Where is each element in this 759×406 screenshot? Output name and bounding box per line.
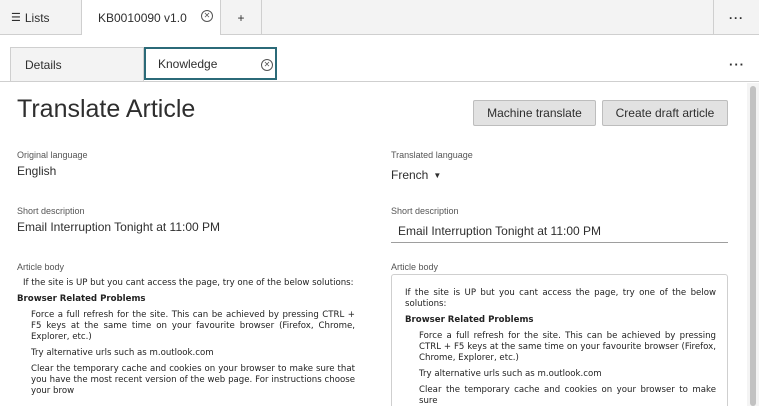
- scrollbar-thumb[interactable]: [750, 86, 756, 406]
- body-heading: Browser Related Problems: [405, 315, 534, 325]
- more-icon: ···: [729, 10, 744, 25]
- tab-knowledge-label: Knowledge: [158, 56, 218, 71]
- tab-lists-label: Lists: [24, 10, 50, 25]
- subtab-more-button[interactable]: ···: [722, 47, 752, 81]
- original-article-body-label: Article body: [17, 262, 65, 272]
- close-tab-icon[interactable]: ✕: [261, 59, 273, 71]
- tab-record[interactable]: KB0010090 v1.0 ✕: [82, 0, 221, 35]
- translated-language-label: Translated language: [391, 150, 473, 160]
- original-article-body: If the site is UP but you cant access th…: [17, 278, 355, 406]
- more-icon: ···: [729, 56, 745, 72]
- tab-record-label: KB0010090 v1.0: [98, 10, 187, 25]
- tab-knowledge[interactable]: Knowledge ✕: [144, 47, 277, 80]
- tab-details[interactable]: Details: [10, 47, 144, 81]
- tab-details-label: Details: [25, 57, 62, 72]
- close-tab-icon[interactable]: ✕: [201, 10, 213, 22]
- page-title: Translate Article: [17, 95, 196, 123]
- body-item: Force a full refresh for the site. This …: [419, 331, 716, 363]
- original-short-description-label: Short description: [17, 206, 85, 216]
- add-tab-button[interactable]: +: [221, 0, 262, 35]
- translated-short-description-label: Short description: [391, 206, 459, 216]
- vertical-scrollbar[interactable]: [747, 83, 759, 406]
- body-item: Try alternative urls such as m.outlook.c…: [31, 348, 214, 358]
- create-draft-article-button[interactable]: Create draft article: [602, 100, 728, 126]
- body-item: Clear the temporary cache and cookies on…: [419, 385, 716, 406]
- original-language-value: English: [17, 164, 57, 178]
- sub-tab-bar: Details Knowledge ✕ ···: [0, 47, 759, 82]
- translated-article-body: If the site is UP but you cant access th…: [405, 288, 716, 406]
- original-language-label: Original language: [17, 150, 88, 160]
- machine-translate-button[interactable]: Machine translate: [473, 100, 596, 126]
- body-intro: If the site is UP but you cant access th…: [405, 288, 716, 309]
- translated-article-body-label: Article body: [391, 262, 439, 272]
- top-tab-bar: ☰ Lists KB0010090 v1.0 ✕ + ···: [0, 0, 759, 35]
- body-intro: If the site is UP but you cant access th…: [23, 278, 354, 288]
- body-item: Try alternative urls such as m.outlook.c…: [419, 369, 602, 379]
- translated-article-body-editor[interactable]: If the site is UP but you cant access th…: [391, 274, 728, 406]
- translated-language-value: French: [391, 168, 429, 182]
- more-menu-button[interactable]: ···: [713, 0, 759, 35]
- tab-lists[interactable]: ☰ Lists: [0, 0, 82, 35]
- body-heading: Browser Related Problems: [17, 294, 146, 304]
- translated-short-description-input[interactable]: Email Interruption Tonight at 11:00 PM: [391, 220, 728, 243]
- body-item: Force a full refresh for the site. This …: [31, 310, 355, 342]
- translated-language-select[interactable]: French ▼: [391, 168, 441, 182]
- body-item: Clear the temporary cache and cookies on…: [31, 364, 355, 396]
- translated-short-description-value: Email Interruption Tonight at 11:00 PM: [398, 224, 602, 238]
- original-short-description-value: Email Interruption Tonight at 11:00 PM: [17, 220, 221, 234]
- menu-icon: ☰: [11, 12, 21, 24]
- plus-icon: +: [237, 10, 245, 25]
- caret-down-icon: ▼: [433, 170, 442, 180]
